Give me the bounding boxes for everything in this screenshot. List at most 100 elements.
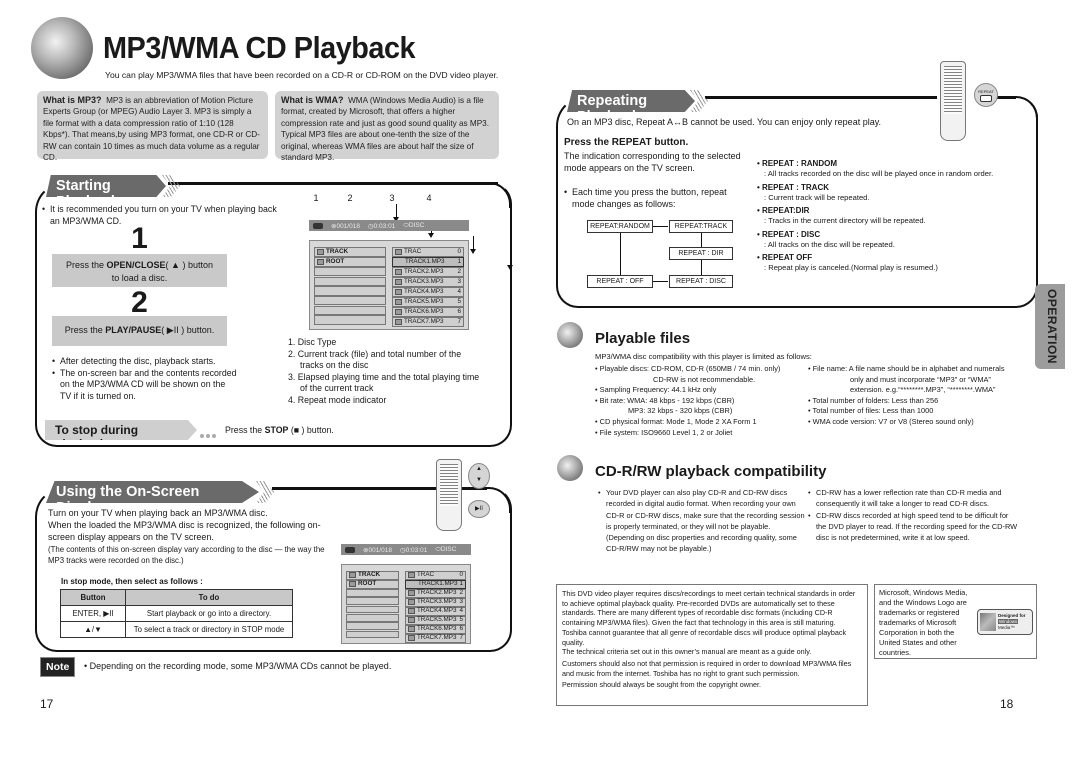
osd-file-item[interactable]: TRACK5.MP3 5 xyxy=(404,616,466,625)
osd-file-name: TRACK2.MP3 xyxy=(416,589,457,597)
cdrw-right-item: CD-RW discs recorded at high speed tend … xyxy=(808,510,1020,544)
osd-file-name: TRACK1.MP3 xyxy=(417,580,458,588)
osd-file-item[interactable]: TRACK2.MP3 2 xyxy=(404,589,466,598)
osd-folder-item[interactable] xyxy=(346,605,399,614)
play-pause-label: PLAY/PAUSE xyxy=(105,325,162,335)
osd-file-name: TRAC xyxy=(416,571,435,579)
table-cell: To select a track or directory in STOP m… xyxy=(125,621,293,638)
osd-folder-item[interactable] xyxy=(346,613,399,622)
music-file-icon xyxy=(395,278,402,285)
osd-file-number: 3 xyxy=(459,598,463,606)
step-1-post: ( ▲ ) button xyxy=(165,260,213,270)
section-ball-icon xyxy=(557,455,583,481)
press-repeat-text: The indication corresponding to the sele… xyxy=(564,151,741,173)
osd-folder-item[interactable] xyxy=(346,630,399,639)
repeat-mode-name: REPEAT OFF xyxy=(762,253,813,262)
osd-folder-item[interactable]: ROOT xyxy=(346,580,399,589)
osd-folder-item[interactable]: ROOT xyxy=(314,257,386,267)
col-header: To do xyxy=(125,589,293,606)
osd-file-item[interactable]: TRAC 0 xyxy=(404,571,466,580)
repeat-mode-desc: : All tracks recorded on the disc will b… xyxy=(764,169,994,178)
arrow-down-icon xyxy=(392,204,399,222)
repeat-mode-item: • REPEAT:DIR: Tracks in the current dire… xyxy=(757,206,1012,227)
list-item-text: Total number of folders: Less than 256 xyxy=(812,395,939,405)
osd-folder-column: TRACK ROOT xyxy=(346,571,399,639)
list-item: only and must incorporate “MP3” or “WMA” xyxy=(850,374,991,384)
frame-top-line xyxy=(168,182,498,185)
osd-file-item[interactable]: TRACK7.MP3 7 xyxy=(404,634,466,643)
flow-arrow xyxy=(653,226,668,227)
osd-file-item[interactable]: TRACK2.MP3 2 xyxy=(392,267,464,277)
callout-3: 3 xyxy=(389,193,395,203)
osd-file-column: TRAC 0 TRACK1.MP3 1 TRACK2.MP3 2 TRACK3.MP3 3 TR… xyxy=(404,571,466,643)
osd-file-item[interactable]: TRACK5.MP3 5 xyxy=(392,297,464,307)
osd-folder-item[interactable] xyxy=(346,589,399,597)
flow-arrow xyxy=(620,233,621,275)
list-item-text: File system: ISO9660 Level 1, 2 or Jolie… xyxy=(599,427,733,437)
osd-file-number: 2 xyxy=(459,589,463,597)
osd-file-item[interactable]: TRACK7.MP3 7 xyxy=(392,317,464,327)
osd-folder-item[interactable] xyxy=(346,622,399,631)
table-row: ▲/▼ To select a track or directory in ST… xyxy=(60,621,293,638)
osd-folder-item[interactable] xyxy=(314,315,386,325)
osd-folder-item[interactable] xyxy=(314,296,386,306)
page-number-left: 17 xyxy=(40,697,54,711)
repeat-button-label: REPEAT xyxy=(978,89,994,94)
list-item-text: File name: A file name should be in alph… xyxy=(812,364,1005,373)
stop-post: (■ ) button. xyxy=(288,425,334,435)
flow-repeat-dir: REPEAT : DIR xyxy=(669,247,733,260)
osd-folder-item[interactable]: TRACK xyxy=(346,571,399,580)
osd-file-item[interactable]: TRAC 0 xyxy=(392,247,464,257)
windows-media-logo: Designed for Windows Media™ xyxy=(977,609,1033,635)
osd-file-item[interactable]: TRACK6.MP3 6 xyxy=(404,625,466,634)
osd-file-item[interactable]: TRACK3.MP3 3 xyxy=(404,598,466,607)
arrow-down-icon xyxy=(469,236,476,254)
osd-file-item[interactable]: TRACK3.MP3 3 xyxy=(392,277,464,287)
osd-file-item[interactable]: TRACK1.MP3 1 xyxy=(392,257,464,267)
onscreen-text: Turn on your TV when playing back an MP3… xyxy=(48,507,333,543)
osd-folder-item[interactable]: TRACK xyxy=(314,247,386,257)
info-box-mp3: What is MP3? MP3 is an abbreviation of M… xyxy=(37,91,268,162)
osd-folder-item[interactable] xyxy=(314,286,386,296)
osd-file-name: TRACK6.MP3 xyxy=(416,625,457,633)
osd-file-item[interactable]: TRACK4.MP3 4 xyxy=(404,607,466,616)
repeat-mode-name: REPEAT : DISC xyxy=(762,229,821,239)
each-time-text: Each time you press the button, repeat m… xyxy=(564,186,744,210)
music-file-icon xyxy=(407,635,415,642)
step-1-box: Press the OPEN/CLOSE( ▲ ) button to load… xyxy=(52,254,227,287)
osd-file-browser: TRACK ROOT TRAC 0 TRACK1.MP3 1 TRACK2.MP3 2 TRAC… xyxy=(309,240,469,330)
music-file-icon xyxy=(407,608,415,615)
remote-buttons xyxy=(440,464,458,506)
list-item: CD-RW is not recommendable. xyxy=(653,374,756,384)
flow-repeat-off: REPEAT : OFF xyxy=(587,275,653,288)
osd-file-name: TRACK1.MP3 xyxy=(405,257,445,265)
music-file-icon xyxy=(395,288,402,295)
osd-file-number: 7 xyxy=(457,317,461,325)
osd-folder-item[interactable] xyxy=(314,267,386,277)
osd-status-bar-2: ⊗001/018 ◷0:03:01 ⬭DISC xyxy=(341,544,471,555)
osd-file-item[interactable]: TRACK4.MP3 4 xyxy=(392,287,464,297)
arrow-down-icon xyxy=(506,252,513,270)
stop-instruction: Press the STOP (■ ) button. xyxy=(225,425,334,437)
legend-item: 1. Disc Type xyxy=(288,337,337,347)
osd-folder-item[interactable] xyxy=(346,597,399,606)
starting-notes: After detecting the disc, playback start… xyxy=(52,356,237,402)
osd-file-name: TRACK7.MP3 xyxy=(404,317,444,325)
osd-file-item[interactable]: TRACK6.MP3 6 xyxy=(392,307,464,317)
osd-folder-item[interactable] xyxy=(314,276,386,286)
osd-file-number: 5 xyxy=(457,297,461,305)
list-item: extension. e.g.“********.MP3”, “********… xyxy=(850,385,996,395)
osd-file-number: 4 xyxy=(457,287,461,295)
folder-icon xyxy=(407,572,415,579)
osd-file-item[interactable]: TRACK1.MP3 1 xyxy=(404,580,466,589)
list-item: • WMA code version: V7 or V8 (Stereo sou… xyxy=(808,416,974,426)
dots-icon xyxy=(200,425,218,443)
flow-arrow xyxy=(701,260,702,275)
osd-folder-item[interactable] xyxy=(314,305,386,315)
page-subtitle: You can play MP3/WMA files that have bee… xyxy=(105,70,499,80)
legend-item: 3. Elapsed playing time and the total pl… xyxy=(288,371,480,394)
list-item-text: WMA code version: V7 or V8 (Stereo sound… xyxy=(812,416,974,426)
frame-corner xyxy=(1012,96,1038,122)
osd-file-name: TRAC xyxy=(404,247,422,255)
flow-repeat-disc: REPEAT : DISC xyxy=(669,275,733,288)
